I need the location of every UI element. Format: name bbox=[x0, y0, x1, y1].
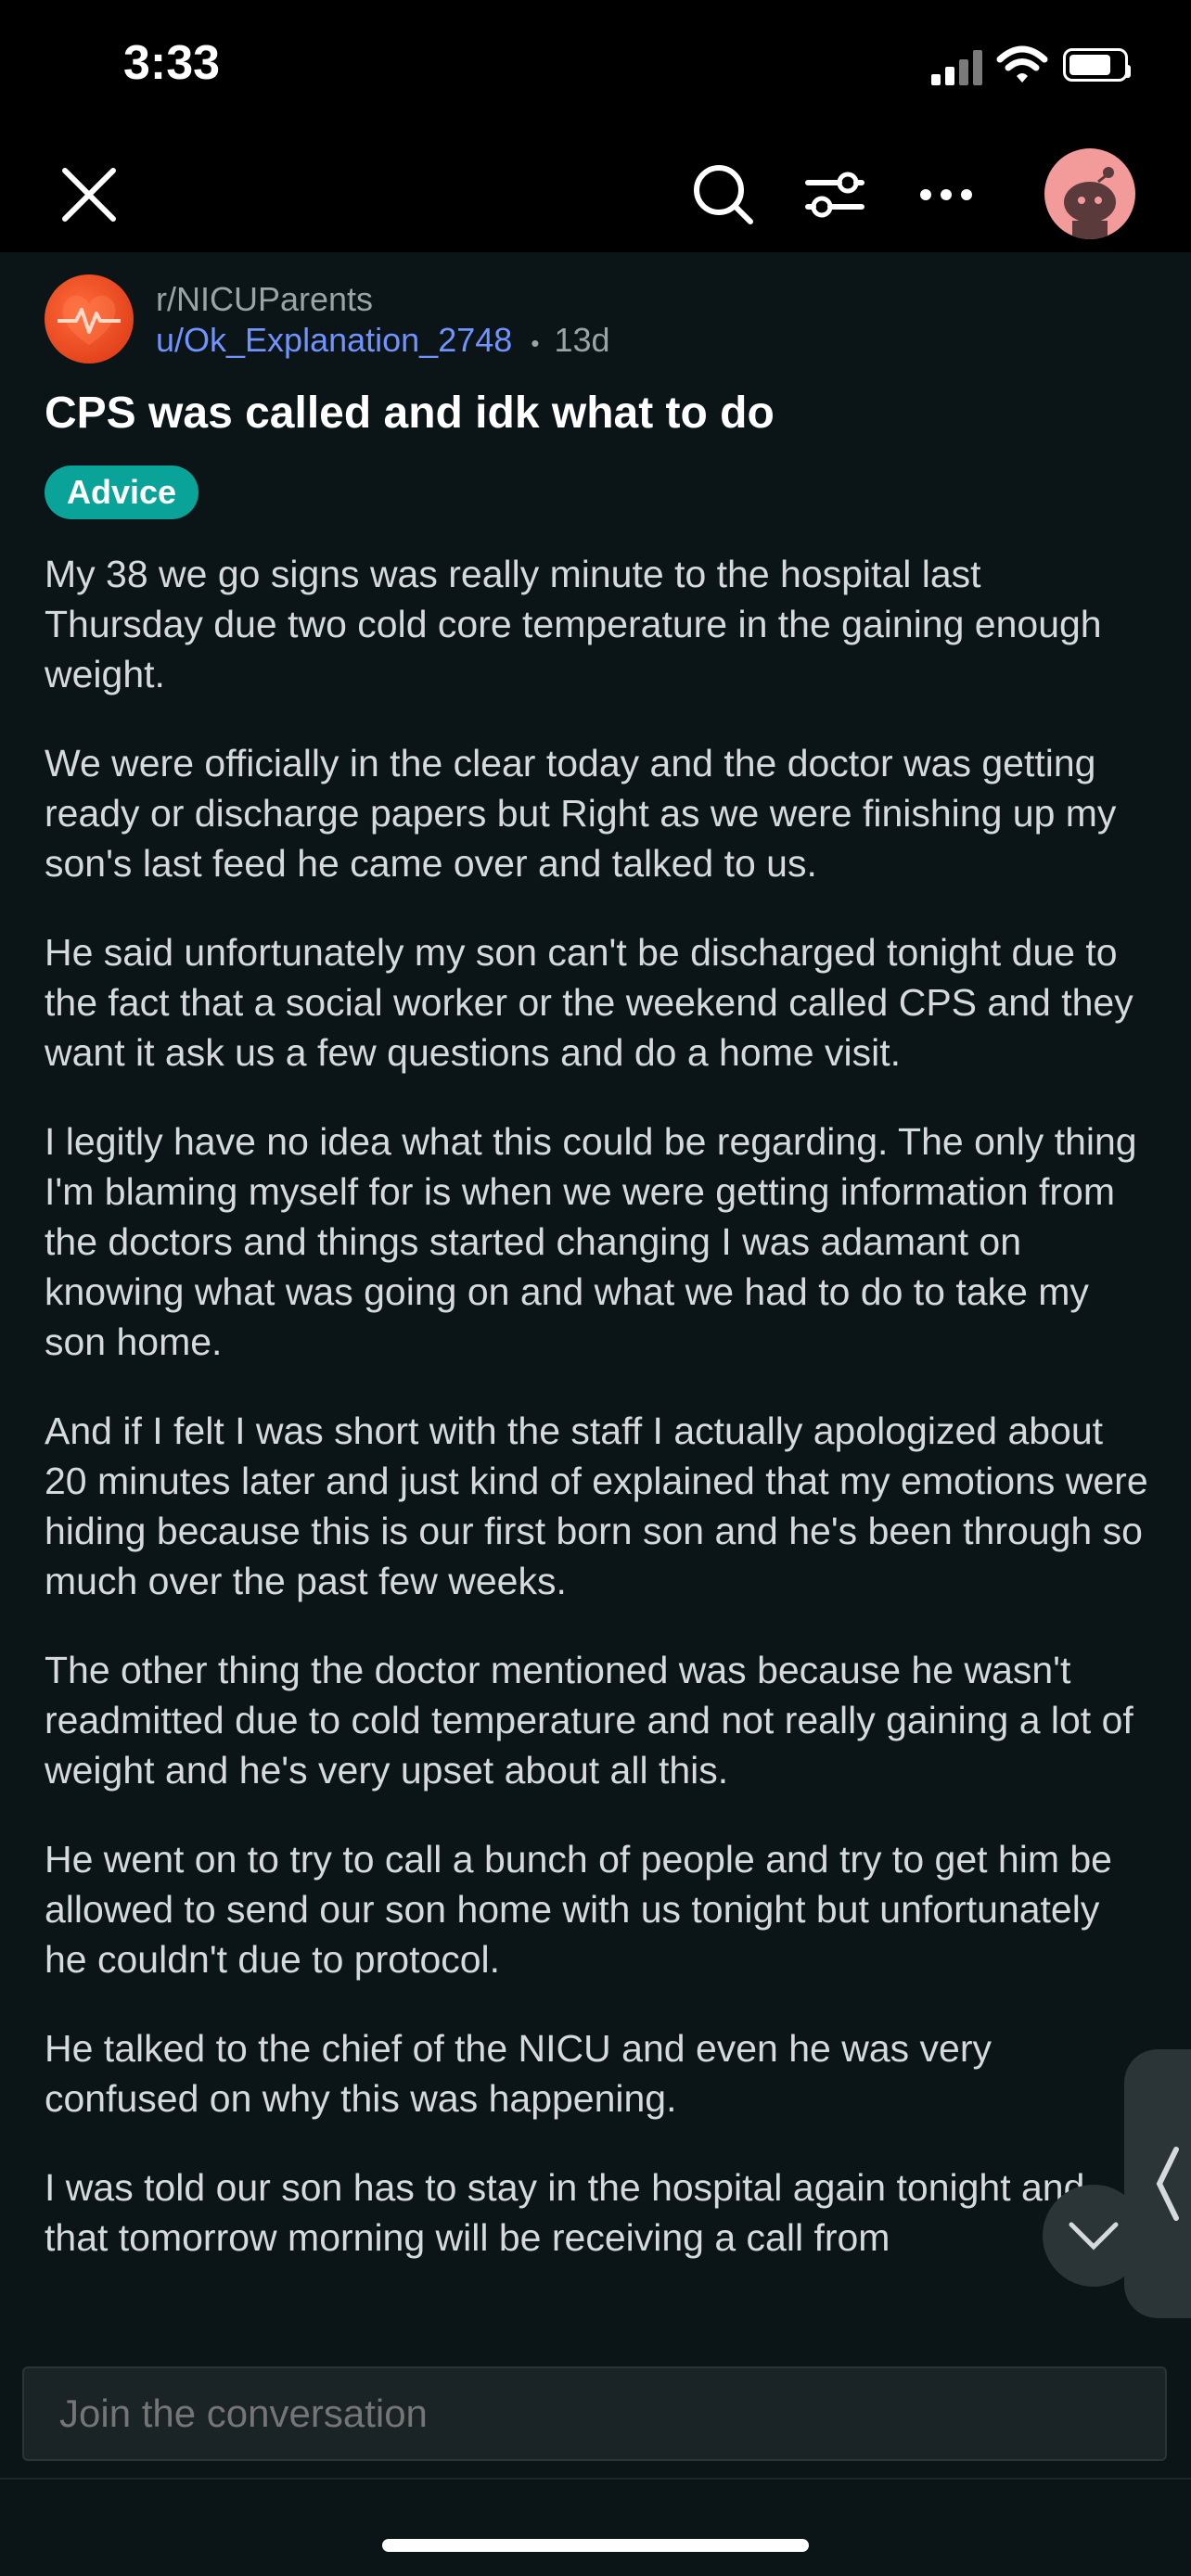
post-age: 13d bbox=[554, 321, 610, 359]
more-icon bbox=[920, 189, 972, 200]
author-username[interactable]: u/Ok_Explanation_2748 bbox=[156, 321, 512, 359]
subreddit-name[interactable]: r/NICUParents bbox=[156, 280, 373, 319]
meta-separator: • bbox=[531, 329, 540, 357]
post-paragraph: I was told our son has to stay in the ho… bbox=[45, 2166, 1085, 2259]
post-nav-bar bbox=[0, 139, 1191, 252]
more-options-button[interactable] bbox=[909, 158, 983, 232]
post-paragraph: We were officially in the clear today an… bbox=[45, 742, 1117, 885]
comment-input[interactable] bbox=[22, 2366, 1167, 2461]
search-button[interactable] bbox=[686, 158, 761, 232]
divider bbox=[0, 2478, 1191, 2480]
post-paragraph: I legitly have no idea what this could b… bbox=[45, 1120, 1137, 1363]
subreddit-icon[interactable] bbox=[45, 274, 134, 363]
post-body: My 38 we go signs was really minute to t… bbox=[45, 549, 1148, 2329]
chevron-left-icon bbox=[1156, 2147, 1179, 2221]
search-icon bbox=[694, 165, 753, 224]
post-title: CPS was called and idk what to do bbox=[45, 389, 775, 438]
scroll-to-comments-button[interactable] bbox=[1043, 2185, 1145, 2287]
post-meta: u/Ok_Explanation_2748 • 13d bbox=[156, 321, 610, 360]
cellular-signal-icon bbox=[931, 48, 983, 85]
close-button[interactable] bbox=[52, 158, 126, 232]
chevron-down-icon bbox=[1069, 2222, 1119, 2251]
status-bar: 3:33 bbox=[0, 0, 1191, 139]
post-paragraph: My 38 we go signs was really minute to t… bbox=[45, 553, 1102, 695]
post-paragraph: And if I felt I was short with the staff… bbox=[45, 1409, 1148, 1602]
heartbeat-icon bbox=[58, 295, 121, 345]
close-icon bbox=[62, 168, 116, 222]
side-panel-handle[interactable] bbox=[1124, 2049, 1191, 2318]
user-avatar-button[interactable] bbox=[1044, 148, 1135, 239]
home-indicator[interactable] bbox=[382, 2539, 809, 2552]
sort-filter-button[interactable] bbox=[798, 158, 872, 232]
post-paragraph: The other thing the doctor mentioned was… bbox=[45, 1649, 1133, 1792]
snoo-avatar-icon bbox=[1064, 167, 1116, 239]
post-flair[interactable]: Advice bbox=[45, 465, 199, 519]
filter-icon bbox=[805, 172, 864, 218]
status-time: 3:33 bbox=[123, 36, 221, 90]
wifi-icon bbox=[996, 45, 1048, 83]
battery-icon bbox=[1063, 48, 1131, 82]
post-header: r/NICUParents u/Ok_Explanation_2748 • 13… bbox=[45, 274, 1148, 367]
post-paragraph: He said unfortunately my son can't be di… bbox=[45, 931, 1133, 1074]
post-paragraph: He talked to the chief of the NICU and e… bbox=[45, 2027, 992, 2120]
post-paragraph: He went on to try to call a bunch of peo… bbox=[45, 1838, 1112, 1981]
